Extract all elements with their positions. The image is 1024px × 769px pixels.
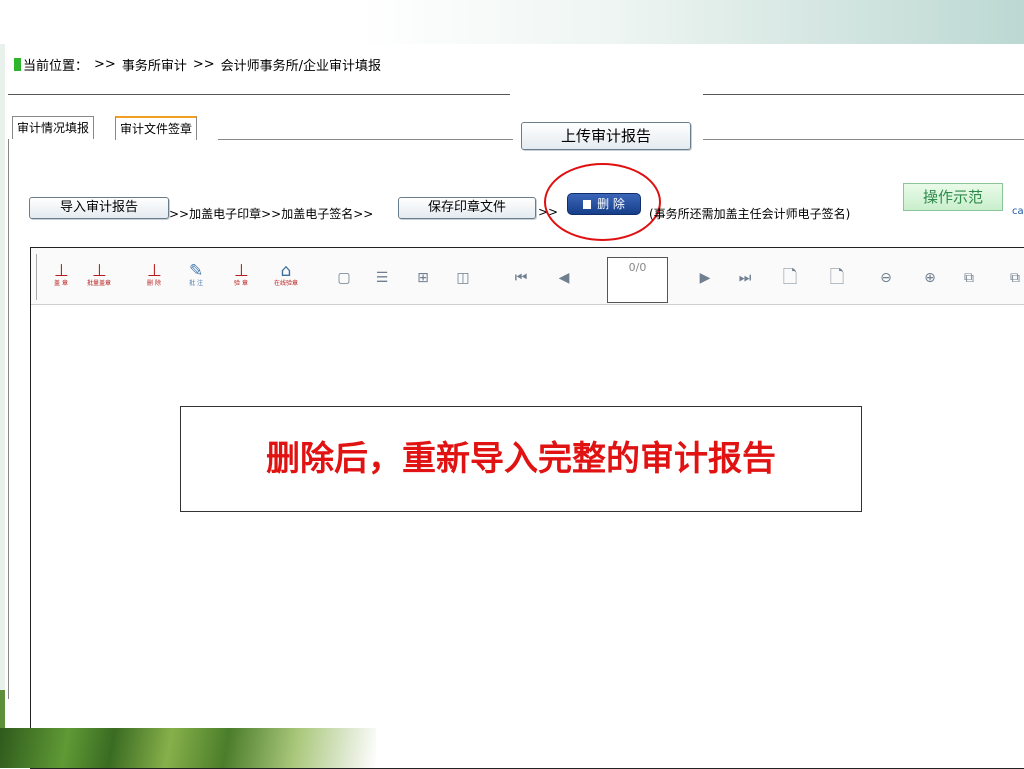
signature-note: (事务所还需加盖主任会计师电子签名) <box>649 207 851 221</box>
instruction-callout: 删除后，重新导入完整的审计报告 <box>180 406 862 512</box>
facing-pages-icon[interactable]: ◫ <box>455 270 471 286</box>
left-edge-decoration <box>0 44 5 768</box>
breadcrumb-item-report[interactable]: 会计师事务所/企业审计填报 <box>221 55 381 74</box>
panel-border <box>8 139 9 699</box>
divider-line <box>703 94 1024 95</box>
previous-page-icon[interactable]: ◀ <box>556 270 572 286</box>
grid-page-icon[interactable]: ⊞ <box>415 270 431 286</box>
breadcrumb-separator: >> <box>192 56 215 72</box>
demo-button[interactable]: 操作示范 <box>903 183 1003 211</box>
upload-report-button[interactable]: 上传审计报告 <box>521 122 691 150</box>
batch-stamp-icon: ⊥ <box>92 261 107 281</box>
tab-audit-sign[interactable]: 审计文件签章 <box>115 116 198 140</box>
toolbar-grip <box>36 254 37 300</box>
tab-baseline <box>703 139 1024 140</box>
last-page-icon[interactable]: ⏭ <box>737 270 753 286</box>
tab-audit-fill[interactable]: 审计情况填报 <box>12 116 95 139</box>
breadcrumb: 当前位置： >> 事务所审计 >> 会计师事务所/企业审计填报 <box>14 54 381 74</box>
rotate-icon[interactable]: ⧉ <box>961 270 977 286</box>
online-verify-tool[interactable]: ⌂ 在线验章 <box>271 262 301 294</box>
next-page-icon[interactable]: ▶ <box>697 270 713 286</box>
annotate-tool-label: 批 注 <box>189 280 203 287</box>
left-edge-leaf-decoration <box>0 690 5 730</box>
rotate-back-icon[interactable]: ⧉ <box>1007 270 1023 286</box>
online-verify-tool-label: 在线验章 <box>273 280 298 287</box>
breadcrumb-marker-icon <box>14 57 21 71</box>
verify-stamp-tool[interactable]: ⊥ 验 章 <box>229 262 253 294</box>
truncated-link[interactable]: ca <box>1012 206 1024 217</box>
top-banner <box>0 0 1024 44</box>
breadcrumb-separator: >> <box>94 56 116 72</box>
step-instructions: >>加盖电子印章>>加盖电子签名>> <box>169 207 374 221</box>
breadcrumb-item-audit[interactable]: 事务所审计 <box>122 55 187 74</box>
continuous-page-icon[interactable]: ☰ <box>374 270 390 286</box>
verify-stamp-tool-label: 验 章 <box>234 280 248 287</box>
stamp-tool-label: 盖 章 <box>54 280 68 287</box>
page-counter[interactable]: 0/0 <box>607 257 668 303</box>
save-stamp-file-button[interactable]: 保存印章文件 <box>398 197 536 219</box>
delete-stamp-icon: ⊥ <box>147 261 162 281</box>
batch-stamp-tool-label: 批量盖章 <box>87 280 112 287</box>
foliage-decoration <box>0 728 376 768</box>
fit-page-icon[interactable]: 🗋 <box>782 269 798 287</box>
zoom-in-icon[interactable]: ⊕ <box>922 270 938 286</box>
tab-baseline <box>218 139 513 140</box>
annotate-tool[interactable]: ✎ 批 注 <box>184 262 208 294</box>
highlight-circle <box>544 163 661 241</box>
stamp-icon: ⊥ <box>54 261 69 281</box>
online-verify-icon: ⌂ <box>280 261 292 281</box>
zoom-out-icon[interactable]: ⊖ <box>878 270 894 286</box>
delete-stamp-tool-label: 删 除 <box>147 280 161 287</box>
single-page-icon[interactable]: ▢ <box>336 270 352 286</box>
divider-line <box>8 94 510 95</box>
annotate-icon: ✎ <box>189 261 204 281</box>
first-page-icon[interactable]: ⏮ <box>513 270 529 286</box>
stamp-tool[interactable]: ⊥ 盖 章 <box>49 262 73 294</box>
import-report-button[interactable]: 导入审计报告 <box>29 197 169 219</box>
fit-width-icon[interactable]: 🗋 <box>829 269 845 287</box>
delete-stamp-tool[interactable]: ⊥ 删 除 <box>142 262 166 294</box>
verify-stamp-icon: ⊥ <box>234 261 249 281</box>
viewer-toolbar: ⊥ 盖 章 ⊥ 批量盖章 ⊥ 删 除 ✎ 批 注 ⊥ 验 章 ⌂ 在线验章 ▢ … <box>31 248 1024 305</box>
batch-stamp-tool[interactable]: ⊥ 批量盖章 <box>87 262 111 294</box>
breadcrumb-label: 当前位置： <box>23 58 89 74</box>
